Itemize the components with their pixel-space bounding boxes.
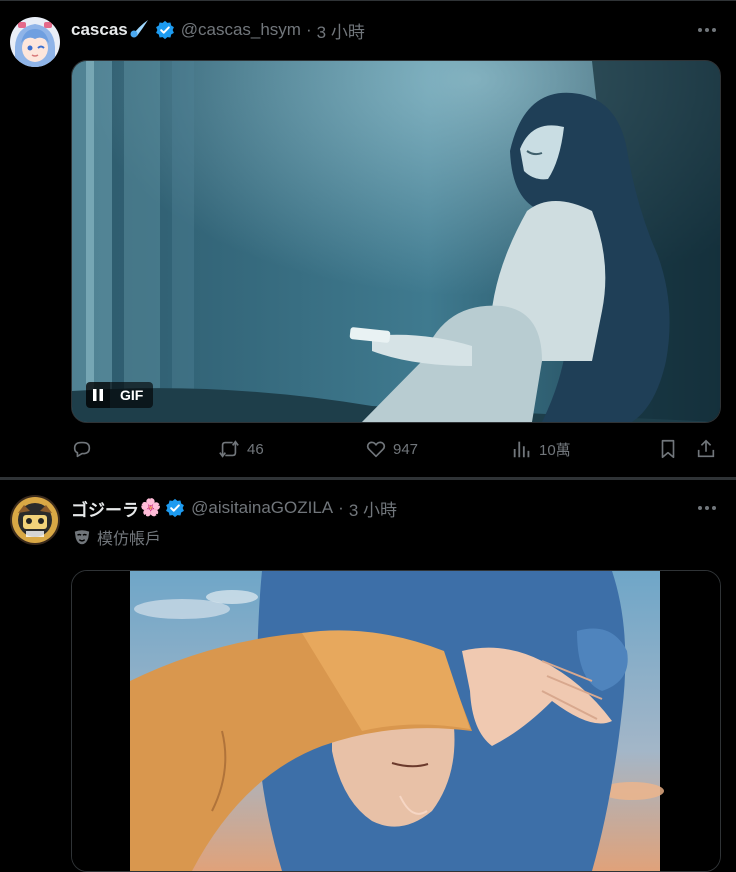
retweet-button[interactable]: 46 (217, 438, 264, 460)
verified-badge-icon[interactable] (155, 20, 175, 40)
avatar[interactable] (10, 17, 60, 67)
post-header: ゴジーラ 🌸 @aisitainaGOZILA · 3 小時 (71, 496, 397, 521)
parody-label-text: 模仿帳戶 (97, 531, 162, 548)
gif-frame-image (72, 61, 720, 422)
like-button[interactable]: 947 (365, 438, 418, 460)
more-options-icon[interactable] (696, 19, 718, 41)
pause-icon[interactable] (86, 382, 110, 408)
timestamp[interactable]: 3 小時 (317, 18, 365, 43)
bookmark-button[interactable] (657, 438, 679, 460)
reply-icon (73, 441, 91, 458)
display-name[interactable]: ゴジーラ (71, 496, 139, 521)
post-actions: 46 947 10萬 (71, 438, 721, 460)
separator-dot: · (305, 20, 312, 39)
share-icon (697, 439, 715, 458)
video-media[interactable] (71, 570, 721, 872)
gif-media[interactable]: GIF (71, 60, 721, 423)
retweet-icon (219, 440, 239, 458)
comet-icon (129, 18, 151, 43)
handle[interactable]: @aisitainaGOZILA (191, 498, 333, 518)
gif-label: GIF (110, 382, 154, 408)
gif-badge[interactable]: GIF (86, 382, 154, 408)
display-name[interactable]: cascas (71, 20, 128, 40)
heart-icon (366, 441, 386, 458)
avatar[interactable] (10, 495, 60, 545)
cherry-blossom-emoji: 🌸 (140, 498, 162, 517)
view-count: 10萬 (539, 441, 571, 459)
retweet-count: 46 (247, 440, 264, 458)
more-options-icon[interactable] (696, 497, 718, 519)
views-chart-icon (513, 441, 530, 458)
post-gozila[interactable]: ゴジーラ 🌸 @aisitainaGOZILA · 3 小時 模仿帳戶 (0, 480, 736, 872)
like-count: 947 (393, 440, 419, 458)
video-frame-image (72, 571, 720, 871)
parody-label: 模仿帳戶 (73, 527, 162, 548)
post-header: cascas @cascas_hsym · 3 小時 (71, 18, 365, 43)
bookmark-icon (661, 439, 675, 459)
mask-icon (74, 530, 90, 545)
verified-badge-icon[interactable] (165, 498, 185, 518)
separator-dot: · (338, 498, 344, 517)
handle[interactable]: @cascas_hsym (181, 20, 301, 40)
post-cascas[interactable]: cascas @cascas_hsym · 3 小時 GIF 46 947 10… (0, 0, 736, 478)
timestamp[interactable]: 3 小時 (349, 496, 397, 521)
share-button[interactable] (695, 438, 717, 460)
views-button[interactable]: 10萬 (511, 438, 571, 460)
reply-button[interactable] (71, 438, 93, 460)
